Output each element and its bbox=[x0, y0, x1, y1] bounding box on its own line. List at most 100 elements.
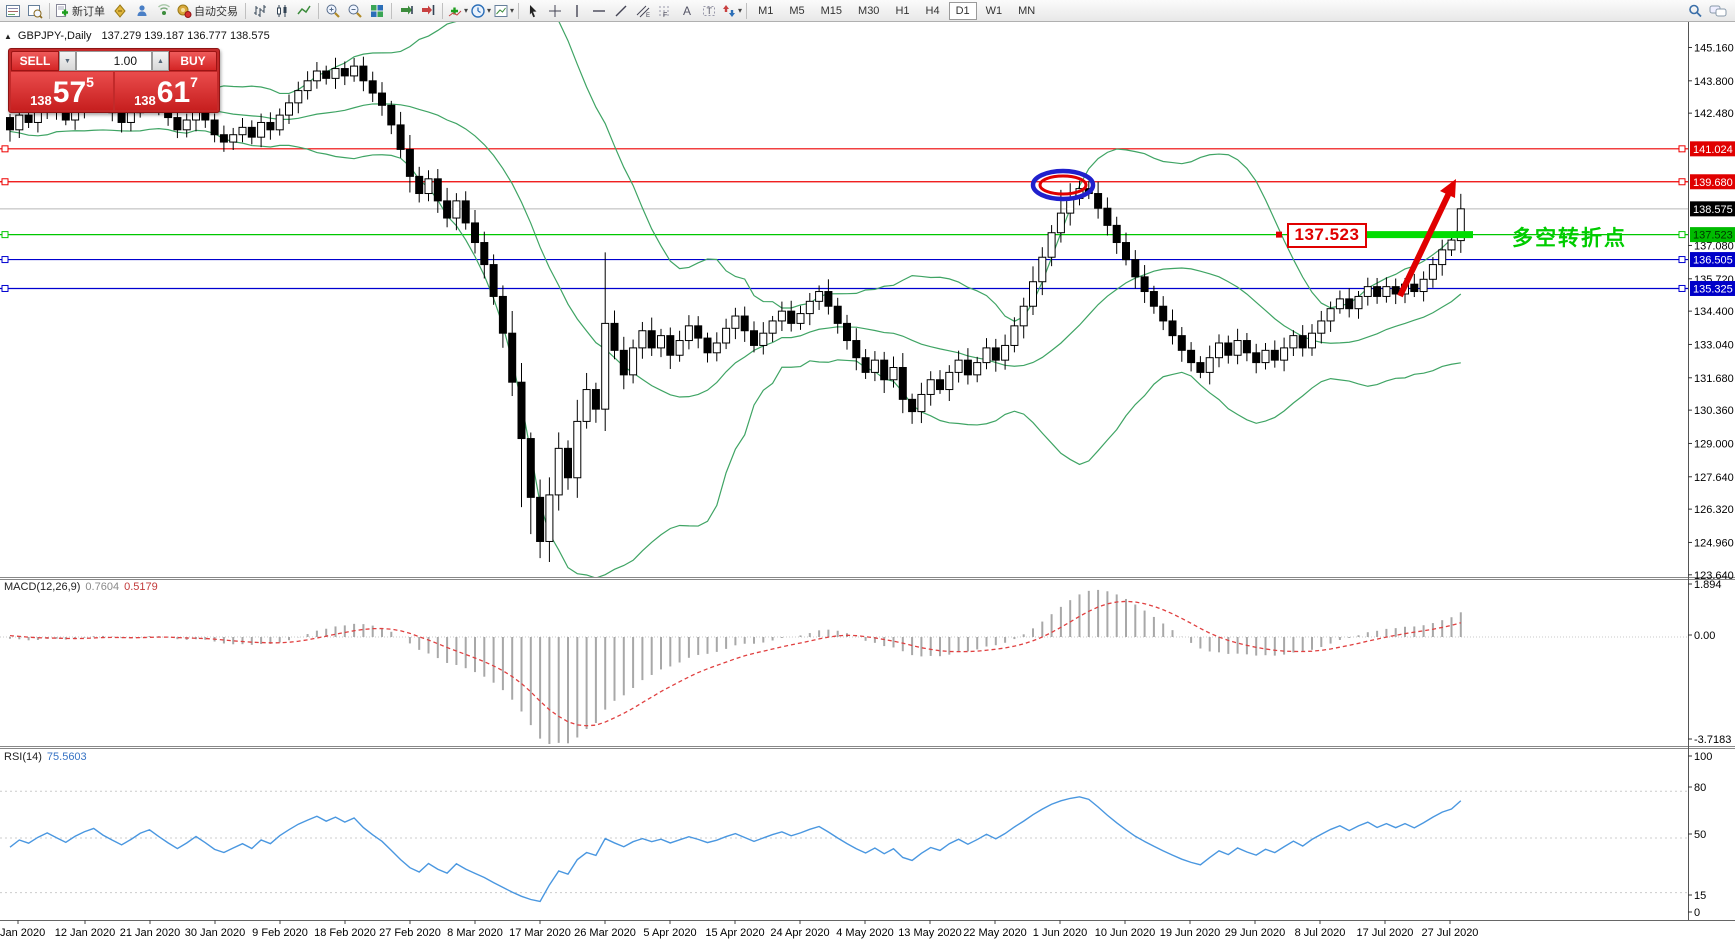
candle-body bbox=[555, 448, 562, 495]
rsi-label: RSI(14)75.5603 bbox=[4, 751, 87, 763]
volume-decrease-button[interactable]: ▼ bbox=[59, 51, 76, 71]
sell-button[interactable]: SELL bbox=[11, 51, 59, 71]
candle-body bbox=[713, 343, 720, 353]
price-tick-label: 127.640 bbox=[1694, 472, 1734, 484]
indicator-axis-label: 50 bbox=[1694, 829, 1706, 841]
mt4-window: 新订单 自动交易 ▾ ▾ ▾ E F A T ▾ M bbox=[0, 0, 1735, 943]
candle-body bbox=[1243, 341, 1250, 353]
date-label: 1 Jun 2020 bbox=[1033, 927, 1087, 939]
hline-handle[interactable] bbox=[1679, 257, 1685, 263]
candle-body bbox=[1048, 233, 1055, 258]
buy-price-button[interactable]: 138 61 7 bbox=[115, 72, 217, 110]
sell-price-button[interactable]: 138 57 5 bbox=[11, 72, 113, 110]
date-label: 15 Apr 2020 bbox=[705, 927, 764, 939]
candle-body bbox=[276, 115, 283, 130]
candle-body bbox=[592, 390, 599, 410]
candle-body bbox=[890, 367, 897, 379]
candle-body bbox=[286, 103, 293, 115]
candle-body bbox=[1253, 353, 1260, 363]
price-tick-label: 137.080 bbox=[1694, 240, 1734, 252]
candle-body bbox=[1336, 299, 1343, 309]
candle-body bbox=[862, 358, 869, 373]
hline-handle[interactable] bbox=[1679, 232, 1685, 238]
candle-body bbox=[695, 326, 702, 338]
price-tick-label: 143.800 bbox=[1694, 76, 1734, 88]
hline-handle[interactable] bbox=[2, 257, 8, 263]
candle-body bbox=[639, 331, 646, 348]
candle-body bbox=[183, 120, 190, 130]
price-badge-label: 136.505 bbox=[1693, 255, 1733, 267]
candle-body bbox=[7, 118, 14, 130]
candle-body bbox=[379, 93, 386, 105]
chart-title-bar: ▲ GBPJPY-,Daily 137.279 139.187 136.777 … bbox=[4, 30, 270, 42]
symbol-period-label: GBPJPY-,Daily bbox=[18, 30, 92, 42]
hline-handle[interactable] bbox=[2, 232, 8, 238]
candle-body bbox=[778, 311, 785, 321]
candle-body bbox=[751, 331, 758, 346]
candle-body bbox=[397, 125, 404, 150]
candle-body bbox=[341, 69, 348, 76]
price-tick-label: 142.480 bbox=[1694, 108, 1734, 120]
hline-handle[interactable] bbox=[2, 146, 8, 152]
candle-body bbox=[1030, 282, 1037, 307]
hline-handle[interactable] bbox=[2, 179, 8, 185]
macd-main-value: 0.7604 bbox=[85, 581, 119, 593]
candle-body bbox=[174, 118, 181, 130]
candle-body bbox=[946, 372, 953, 389]
price-tick-label: 145.160 bbox=[1694, 42, 1734, 54]
buy-button[interactable]: BUY bbox=[169, 51, 217, 71]
candle-body bbox=[1225, 343, 1232, 355]
price-tick-label: 130.360 bbox=[1694, 405, 1734, 417]
date-label: 29 Jun 2020 bbox=[1225, 927, 1286, 939]
hline-handle[interactable] bbox=[1679, 146, 1685, 152]
candle-body bbox=[1429, 265, 1436, 280]
candle-body bbox=[425, 179, 432, 194]
bollinger-lower-band bbox=[10, 129, 1461, 578]
candle-body bbox=[974, 363, 981, 375]
candle-body bbox=[313, 71, 320, 81]
volume-field[interactable]: 1.00 bbox=[76, 51, 152, 71]
price-annotation-box[interactable]: 137.523 bbox=[1287, 223, 1367, 248]
candle-body bbox=[741, 316, 748, 331]
turning-point-label[interactable]: 多空转折点 bbox=[1512, 222, 1627, 252]
date-label: 27 Feb 2020 bbox=[379, 927, 441, 939]
buy-price-main: 61 bbox=[157, 78, 190, 108]
date-label: 8 Mar 2020 bbox=[447, 927, 503, 939]
date-label: 22 May 2020 bbox=[963, 927, 1027, 939]
candle-body bbox=[1141, 277, 1148, 292]
candle-body bbox=[871, 360, 878, 372]
candle-body bbox=[1113, 225, 1120, 242]
candle-body bbox=[1281, 348, 1288, 360]
price-tick-label: 126.320 bbox=[1694, 504, 1734, 516]
candle-body bbox=[1271, 350, 1278, 360]
hline-handle[interactable] bbox=[1679, 179, 1685, 185]
price-tick-label: 134.400 bbox=[1694, 306, 1734, 318]
candle-body bbox=[1039, 257, 1046, 282]
candle-body bbox=[127, 113, 134, 123]
hline-handle[interactable] bbox=[1679, 285, 1685, 291]
volume-increase-button[interactable]: ▲ bbox=[152, 51, 169, 71]
candle-body bbox=[909, 399, 916, 411]
hline-handle[interactable] bbox=[2, 285, 8, 291]
candle-body bbox=[1318, 321, 1325, 333]
candle-body bbox=[16, 115, 23, 130]
date-label: 27 Jul 2020 bbox=[1422, 927, 1479, 939]
candle-body bbox=[630, 348, 637, 375]
candle-body bbox=[453, 201, 460, 218]
candle-body bbox=[574, 421, 581, 477]
price-box-anchor-handle[interactable] bbox=[1276, 232, 1282, 238]
price-tick-label: 131.680 bbox=[1694, 373, 1734, 385]
candle-body bbox=[620, 350, 627, 375]
date-label: 13 May 2020 bbox=[898, 927, 962, 939]
candle-body bbox=[499, 296, 506, 333]
indicator-axis-label: 80 bbox=[1694, 782, 1706, 794]
candle-body bbox=[1057, 213, 1064, 233]
collapse-triangle-icon[interactable]: ▲ bbox=[4, 32, 12, 41]
candle-body bbox=[388, 105, 395, 125]
macd-name: MACD(12,26,9) bbox=[4, 581, 80, 593]
candle-body bbox=[918, 394, 925, 411]
candle-body bbox=[602, 323, 609, 409]
green-highlight-bar[interactable] bbox=[1367, 231, 1473, 238]
date-label: 26 Mar 2020 bbox=[574, 927, 636, 939]
indicator-axis-label: 0 bbox=[1694, 907, 1700, 919]
